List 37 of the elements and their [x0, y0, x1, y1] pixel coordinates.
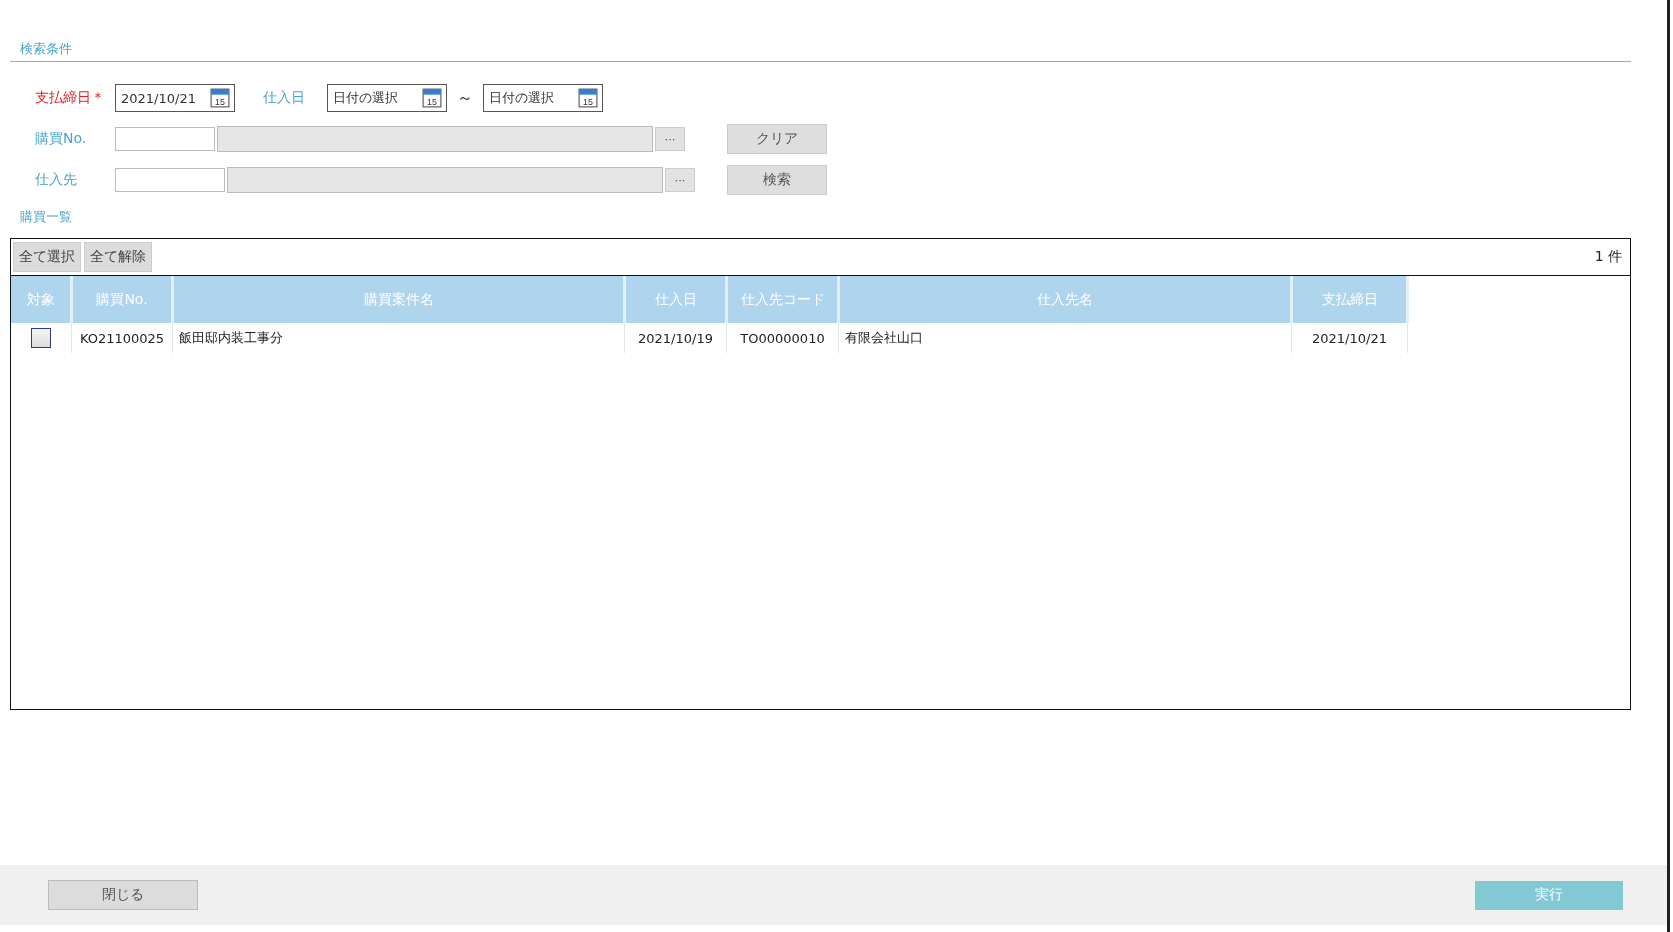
calendar-icon: 15	[422, 88, 442, 108]
checkbox[interactable]	[31, 328, 51, 348]
table-cell: 2021/10/21	[1291, 323, 1408, 353]
clear-button[interactable]: クリア	[727, 124, 827, 154]
deselect-all-button[interactable]: 全て解除	[84, 242, 152, 272]
column-header: 仕入先コード	[726, 276, 839, 323]
select-all-button[interactable]: 全て選択	[13, 242, 81, 272]
column-header: 対象	[11, 276, 72, 323]
section-title: 購買一覧	[20, 208, 73, 226]
range-separator: ～	[457, 87, 473, 109]
section-title: 検索条件	[20, 40, 73, 58]
column-header: 購買案件名	[172, 276, 625, 323]
calendar-icon: 15	[210, 88, 230, 108]
column-header: 仕入先名	[838, 276, 1292, 323]
column-header: 仕入日	[624, 276, 727, 323]
calendar-icon: 15	[578, 88, 598, 108]
table-cell: 飯田邸内装工事分	[172, 323, 625, 353]
date-field[interactable]: 日付の選択 15	[483, 84, 603, 112]
field-label: 支払締日＊	[34, 89, 106, 107]
field-label: 購買No.	[34, 130, 88, 148]
column-header: 購買No.	[71, 276, 173, 323]
lookup-button[interactable]: ···	[665, 168, 695, 192]
date-field[interactable]: 日付の選択 15	[327, 84, 447, 112]
record-count: 1 件	[1594, 248, 1622, 266]
search-button[interactable]: 検索	[727, 165, 827, 195]
table-cell: KO21100025	[71, 323, 173, 353]
code-input[interactable]	[115, 127, 215, 151]
field-label: 仕入先	[34, 171, 78, 189]
close-button[interactable]: 閉じる	[48, 880, 198, 910]
table-cell: TO00000010	[726, 323, 839, 353]
code-input[interactable]	[115, 168, 225, 192]
lookup-button[interactable]: ···	[655, 127, 685, 151]
column-header: 支払締日	[1291, 276, 1408, 323]
date-field[interactable]: 2021/10/21 15	[115, 84, 235, 112]
table-cell: 有限会社山口	[838, 323, 1292, 353]
field-label: 仕入日	[263, 89, 305, 107]
table-cell: 2021/10/19	[624, 323, 727, 353]
